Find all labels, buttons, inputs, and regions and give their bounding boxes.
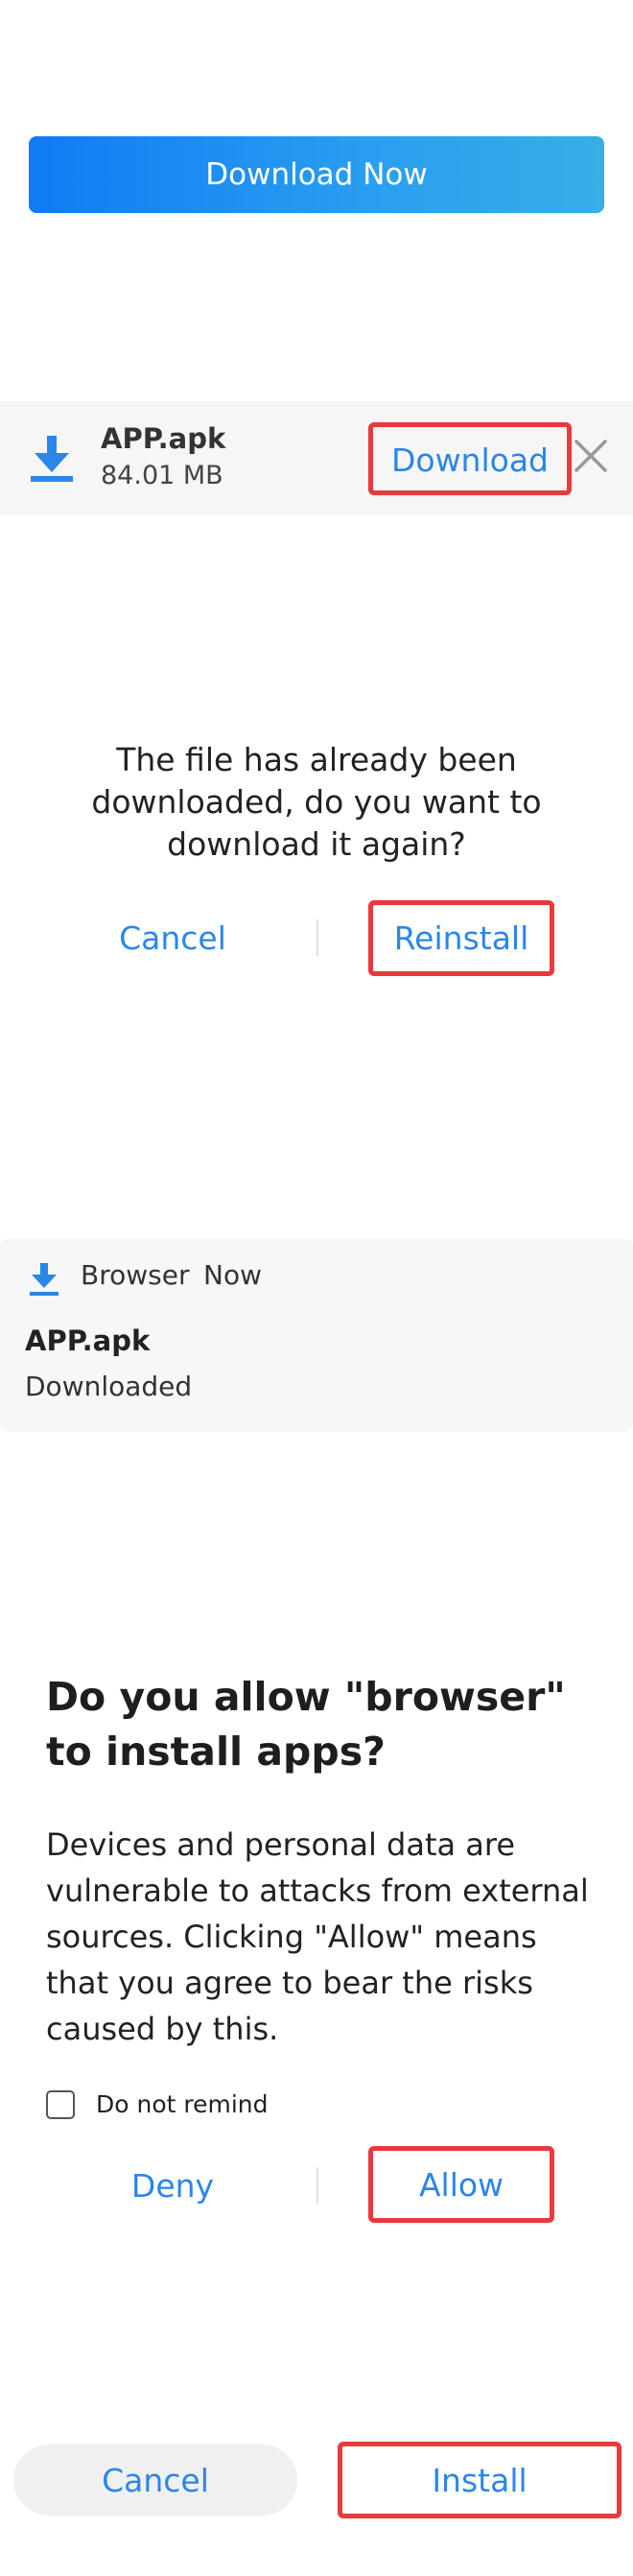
download-now-label: Download Now	[205, 157, 428, 192]
reinstall-cancel-label: Cancel	[119, 918, 226, 957]
notification-title: APP.apk	[25, 1324, 151, 1357]
download-file-size: 84.01 MB	[101, 461, 223, 490]
deny-button[interactable]: Deny	[86, 2159, 259, 2211]
download-now-button[interactable]: Download Now	[29, 136, 604, 213]
do-not-remind-label[interactable]: Do not remind	[96, 2090, 269, 2118]
close-icon[interactable]	[569, 434, 613, 478]
install-cancel-button[interactable]: Cancel	[13, 2445, 297, 2516]
do-not-remind-checkbox[interactable]	[46, 2090, 75, 2119]
permission-button-divider	[316, 2167, 318, 2204]
reinstall-button-divider	[316, 919, 318, 956]
deny-button-label: Deny	[130, 2166, 215, 2205]
install-cancel-label: Cancel	[102, 2461, 209, 2499]
reinstall-message: The file has already been downloaded, do…	[91, 741, 542, 863]
download-icon	[30, 1263, 59, 1296]
permission-dialog-title: Do you allow "browser" to install apps?	[46, 1674, 566, 1775]
download-file-name: APP.apk	[101, 422, 226, 455]
download-icon	[31, 436, 73, 482]
permission-dialog-body: Devices and personal data are vulnerable…	[46, 1826, 589, 2047]
notification-time: Now	[203, 1259, 262, 1291]
highlight-box-allow	[368, 2146, 554, 2223]
notification-status: Downloaded	[25, 1371, 193, 1402]
reinstall-cancel-button[interactable]: Cancel	[86, 912, 259, 964]
highlight-box-install	[338, 2442, 621, 2518]
notification-app-name: Browser	[81, 1259, 190, 1291]
highlight-box-reinstall	[368, 900, 554, 976]
highlight-box-download	[368, 422, 572, 495]
